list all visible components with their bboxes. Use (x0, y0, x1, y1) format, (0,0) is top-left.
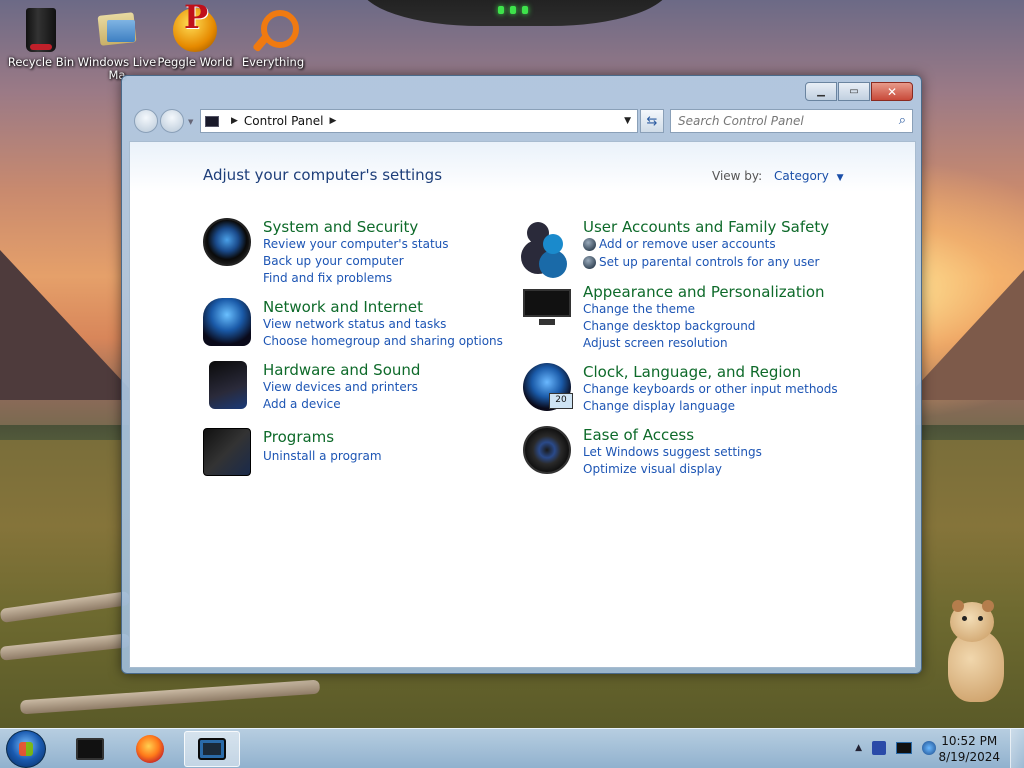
explorer-icon (198, 738, 226, 760)
show-hidden-icons-icon[interactable]: ▲ (855, 743, 862, 753)
uac-shield-icon (583, 256, 596, 269)
clock-date: 8/19/2024 (938, 750, 1000, 764)
network-icon[interactable] (896, 742, 912, 754)
chevron-down-icon[interactable]: ▼ (837, 173, 844, 183)
close-button[interactable]: ✕ (871, 82, 913, 101)
link-homegroup-sharing[interactable]: Choose homegroup and sharing options (263, 334, 503, 348)
programs-icon[interactable] (203, 428, 251, 476)
control-panel-window: ▁ ▭ ✕ ▼ ▶ Control Panel ▶ ▼ ⇆ Search Con… (121, 75, 922, 674)
search-input[interactable]: Search Control Panel ⌕ (670, 109, 913, 133)
monitor-icon[interactable] (523, 289, 571, 325)
desktop-icon-label: Recycle Bin (7, 55, 75, 69)
chevron-down-icon[interactable]: ▼ (624, 116, 631, 126)
link-screen-resolution[interactable]: Adjust screen resolution (583, 336, 728, 350)
back-button[interactable] (134, 109, 158, 133)
mountains-right (904, 270, 1024, 400)
forward-button[interactable] (160, 109, 184, 133)
link-optimize-display[interactable]: Optimize visual display (583, 462, 722, 476)
desktop-icon-label: Everything (241, 55, 305, 69)
view-by-control: View by: Category ▼ (712, 169, 844, 183)
control-panel-content: Adjust your computer's settings View by:… (129, 141, 916, 668)
taskbar: ▲ 10:52 PM 8/19/2024 (0, 728, 1024, 768)
link-uninstall-program[interactable]: Uninstall a program (263, 449, 382, 463)
ease-of-access-icon[interactable] (523, 426, 571, 474)
desktop-icon-label: Peggle World (157, 55, 233, 69)
refresh-button[interactable]: ⇆ (640, 109, 664, 133)
minimize-button[interactable]: ▁ (805, 82, 837, 101)
control-panel-icon (205, 115, 219, 127)
link-display-language[interactable]: Change display language (583, 399, 735, 413)
peggle-icon (171, 6, 219, 54)
link-network-status[interactable]: View network status and tasks (263, 317, 446, 331)
uac-shield-icon (583, 238, 596, 251)
network-globe-icon[interactable] (203, 298, 251, 346)
link-desktop-background[interactable]: Change desktop background (583, 319, 755, 333)
maximize-icon: ▭ (849, 86, 859, 97)
chevron-right-icon[interactable]: ▶ (330, 116, 337, 126)
desktop-icon-peggle-world[interactable]: Peggle World (154, 6, 236, 69)
link-add-remove-accounts[interactable]: Add or remove user accounts (599, 237, 776, 251)
link-add-device[interactable]: Add a device (263, 397, 341, 411)
maximize-button[interactable]: ▭ (838, 82, 870, 101)
shield-icon[interactable] (203, 218, 251, 266)
link-change-theme[interactable]: Change the theme (583, 302, 695, 316)
link-keyboards-input[interactable]: Change keyboards or other input methods (583, 382, 838, 396)
window-controls: ▁ ▭ ✕ (805, 82, 913, 101)
magnifier-icon (249, 6, 299, 54)
link-parental-controls[interactable]: Set up parental controls for any user (599, 255, 819, 269)
refresh-icon: ⇆ (646, 113, 658, 129)
page-title: Adjust your computer's settings (203, 166, 443, 184)
navigation-bar: ▼ ▶ Control Panel ▶ ▼ ⇆ Search Control P… (130, 108, 913, 134)
category-title[interactable]: Programs (263, 428, 334, 446)
printer-icon[interactable] (209, 361, 247, 409)
tray-app-icon[interactable] (872, 741, 886, 755)
volume-icon[interactable] (922, 741, 936, 755)
start-button[interactable] (6, 730, 46, 768)
firefox-icon (136, 735, 164, 763)
category-title[interactable]: System and Security (263, 218, 418, 236)
search-icon[interactable]: ⌕ (899, 113, 906, 128)
link-devices-printers[interactable]: View devices and printers (263, 380, 418, 394)
windows-live-mail-icon (93, 6, 141, 54)
link-find-fix-problems[interactable]: Find and fix problems (263, 271, 392, 285)
taskbar-button-control-panel-pinned[interactable] (62, 731, 118, 767)
address-bar[interactable]: ▶ Control Panel ▶ ▼ (200, 109, 638, 133)
system-tray: ▲ (855, 741, 936, 755)
mountains-left (0, 250, 140, 400)
close-icon: ✕ (886, 84, 898, 99)
desktop-icon-everything[interactable]: Everything (232, 6, 314, 69)
view-by-dropdown[interactable]: Category (774, 169, 829, 183)
chevron-right-icon[interactable]: ▶ (231, 116, 238, 126)
link-back-up[interactable]: Back up your computer (263, 254, 404, 268)
show-desktop-button[interactable] (1010, 729, 1024, 768)
hamster-gadget[interactable] (944, 600, 1006, 704)
recycle-bin-icon (17, 6, 65, 54)
desktop-icon-recycle-bin[interactable]: Recycle Bin (0, 6, 82, 69)
minimize-icon: ▁ (817, 86, 825, 97)
category-title[interactable]: Ease of Access (583, 426, 694, 444)
users-icon[interactable] (523, 218, 571, 266)
taskbar-button-firefox[interactable] (122, 731, 178, 767)
desktop-icon-windows-live-mail[interactable]: Windows Live Ma (76, 6, 158, 82)
globe-clock-icon[interactable] (523, 363, 573, 411)
recent-pages-dropdown[interactable]: ▼ (188, 118, 193, 126)
taskbar-button-control-panel-window[interactable] (184, 731, 240, 767)
clock-time: 10:52 PM (941, 734, 998, 748)
view-by-label: View by: (712, 169, 763, 183)
link-suggest-settings[interactable]: Let Windows suggest settings (583, 445, 762, 459)
category-title[interactable]: Network and Internet (263, 298, 423, 316)
category-title[interactable]: User Accounts and Family Safety (583, 218, 829, 236)
category-title[interactable]: Hardware and Sound (263, 361, 420, 379)
category-title[interactable]: Appearance and Personalization (583, 283, 825, 301)
category-title[interactable]: Clock, Language, and Region (583, 363, 801, 381)
control-panel-icon (76, 738, 104, 760)
search-placeholder: Search Control Panel (678, 114, 804, 128)
breadcrumb-control-panel[interactable]: Control Panel (244, 114, 324, 128)
taskbar-clock[interactable]: 10:52 PM 8/19/2024 (938, 733, 1000, 765)
link-review-status[interactable]: Review your computer's status (263, 237, 449, 251)
